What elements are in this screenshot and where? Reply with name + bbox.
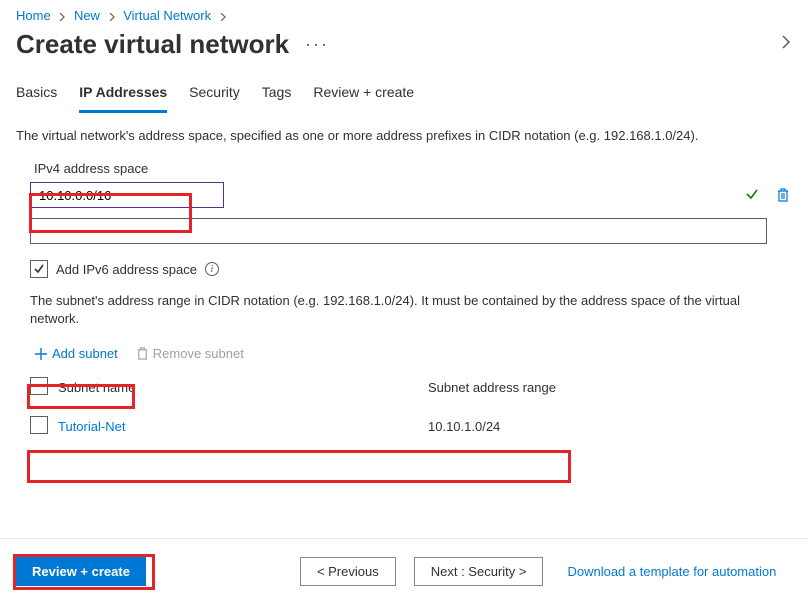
previous-button[interactable]: < Previous xyxy=(300,557,396,586)
subnet-table-header: Subnet name Subnet address range xyxy=(30,373,775,408)
info-icon[interactable]: i xyxy=(205,262,219,276)
footer: Review + create < Previous Next : Securi… xyxy=(0,538,807,604)
chevron-right-icon[interactable] xyxy=(781,34,791,55)
ipv4-label: IPv4 address space xyxy=(16,161,791,176)
check-icon xyxy=(745,187,759,204)
add-subnet-label: Add subnet xyxy=(52,346,118,361)
subnet-actions: Add subnet Remove subnet xyxy=(30,344,791,363)
ipv4-address-input-1[interactable] xyxy=(30,182,224,208)
address-space-description: The virtual network's address space, spe… xyxy=(16,127,791,145)
ipv6-checkbox-row: Add IPv6 address space i xyxy=(30,260,791,278)
subnet-description: The subnet's address range in CIDR notat… xyxy=(30,292,791,328)
subnet-row: Tutorial-Net 10.10.1.0/24 xyxy=(30,408,775,445)
chevron-right-icon xyxy=(108,8,116,23)
col-subnet-range: Subnet address range xyxy=(428,380,775,395)
chevron-right-icon xyxy=(58,8,66,23)
breadcrumb-new[interactable]: New xyxy=(74,8,100,23)
breadcrumb: Home New Virtual Network xyxy=(0,0,807,23)
add-subnet-button[interactable]: Add subnet xyxy=(30,344,122,363)
remove-subnet-label: Remove subnet xyxy=(153,346,244,361)
subnet-name-link[interactable]: Tutorial-Net xyxy=(58,419,428,434)
subnet-row-checkbox[interactable] xyxy=(30,416,48,434)
review-create-button[interactable]: Review + create xyxy=(16,557,146,586)
page-title: Create virtual network xyxy=(16,29,289,60)
tab-security[interactable]: Security xyxy=(189,78,240,113)
next-button[interactable]: Next : Security > xyxy=(414,557,544,586)
ipv4-address-input-2[interactable] xyxy=(30,218,767,244)
highlight-annotation xyxy=(27,450,571,483)
plus-icon xyxy=(34,347,48,361)
select-all-checkbox[interactable] xyxy=(30,377,48,395)
trash-icon xyxy=(136,346,149,361)
ipv6-checkbox-label: Add IPv6 address space xyxy=(56,262,197,277)
remove-subnet-button: Remove subnet xyxy=(136,346,244,361)
tabs: Basics IP Addresses Security Tags Review… xyxy=(0,78,807,113)
subnet-table: Subnet name Subnet address range Tutoria… xyxy=(30,373,775,445)
more-icon[interactable]: ··· xyxy=(305,34,329,55)
address-row-2 xyxy=(30,218,767,244)
title-row: Create virtual network ··· xyxy=(0,23,807,78)
ipv6-checkbox[interactable] xyxy=(30,260,48,278)
breadcrumb-virtual-network[interactable]: Virtual Network xyxy=(123,8,211,23)
tab-ip-addresses[interactable]: IP Addresses xyxy=(79,78,167,113)
tab-basics[interactable]: Basics xyxy=(16,78,57,113)
download-template-link[interactable]: Download a template for automation xyxy=(567,564,776,579)
tab-review-create[interactable]: Review + create xyxy=(313,78,414,113)
address-row-1 xyxy=(30,182,791,208)
breadcrumb-home[interactable]: Home xyxy=(16,8,51,23)
delete-icon[interactable] xyxy=(775,187,791,203)
col-subnet-name: Subnet name xyxy=(58,380,428,395)
subnet-range-value: 10.10.1.0/24 xyxy=(428,419,775,434)
chevron-right-icon xyxy=(219,8,227,23)
tab-tags[interactable]: Tags xyxy=(262,78,292,113)
